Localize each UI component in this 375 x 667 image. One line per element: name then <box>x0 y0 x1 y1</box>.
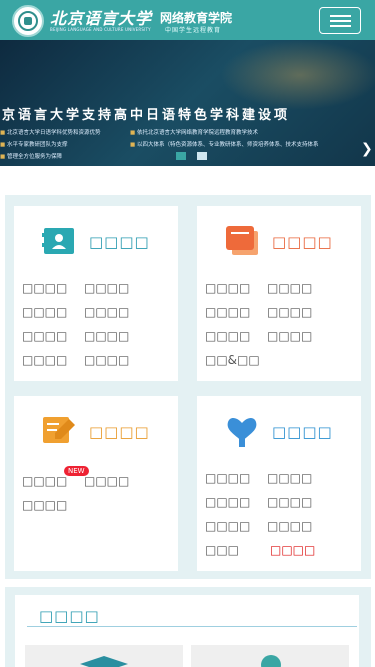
section-link[interactable]: □□□□ <box>205 471 250 485</box>
section-link[interactable]: □□□□ <box>205 281 250 295</box>
bottom-tile[interactable] <box>191 645 349 667</box>
bottom-section: □□□□ <box>5 587 371 667</box>
section-link[interactable]: □□□□ <box>22 474 67 488</box>
menu-bar-icon <box>330 20 351 22</box>
section-link-highlight[interactable]: □□□□ <box>270 543 315 557</box>
banner-line: 管理全方位服务为保障 <box>0 152 62 160</box>
site-header: 北京语言大学 BEIJING LANGUAGE AND CULTURE UNIV… <box>0 0 375 40</box>
section-link[interactable]: □□□□ <box>84 329 129 343</box>
sections-area: □□□□ □□□□ □□□□ □□□□ □□□□ □□□□ □□□□ □□□□ … <box>5 195 371 579</box>
school-subtitle: 中国学生远程教育 <box>165 27 222 34</box>
section-link[interactable]: □□□□ <box>84 353 129 367</box>
banner-line: 北京语言大学日语学科优势和资源优势 <box>0 128 101 136</box>
hamburger-menu-button[interactable] <box>319 7 361 34</box>
section-link[interactable]: □□&□□ <box>205 353 260 367</box>
section-card-3: □□□□ NEW □□□□ □□□□ □□□□ <box>14 396 178 571</box>
section-link[interactable]: □□□□ <box>22 498 67 512</box>
bottom-heading[interactable]: □□□□ <box>39 607 100 625</box>
section-link[interactable]: □□□□ <box>205 519 250 533</box>
section-card-1: □□□□ □□□□ □□□□ □□□□ □□□□ □□□□ □□□□ □□□□ … <box>14 206 178 381</box>
edit-document-icon <box>43 417 75 443</box>
section-link[interactable]: □□□□ <box>205 495 250 509</box>
chevron-right-icon[interactable]: ❯ <box>361 141 373 157</box>
section-link[interactable]: □□□□ <box>22 305 67 319</box>
section-link[interactable]: □□□□ <box>267 305 312 319</box>
menu-bar-icon <box>330 25 351 27</box>
section-link[interactable]: □□□□ <box>22 353 67 367</box>
section-link[interactable]: □□□□ <box>205 305 250 319</box>
bottom-card: □□□□ <box>15 595 359 667</box>
section-link[interactable]: □□□□ <box>84 474 129 488</box>
graduation-cap-icon <box>80 656 128 667</box>
section-heading[interactable]: □□□□ <box>89 233 150 251</box>
section-heading[interactable]: □□□□ <box>272 233 333 251</box>
section-link[interactable]: □□□□ <box>267 495 312 509</box>
care-hands-icon <box>227 417 257 447</box>
divider <box>27 626 357 627</box>
section-link[interactable]: □□□□ <box>267 471 312 485</box>
section-card-2: □□□□ □□□□ □□□□ □□□□ □□□□ □□□□ □□□□ □□&□□ <box>197 206 361 381</box>
section-card-4: □□□□ □□□□ □□□□ □□□□ □□□□ □□□□ □□□□ □□□ □… <box>197 396 361 571</box>
section-link[interactable]: □□□□ <box>267 281 312 295</box>
bottom-tile[interactable] <box>25 645 183 667</box>
university-name-cn[interactable]: 北京语言大学 <box>50 5 152 29</box>
banner-decoration <box>220 40 375 110</box>
section-link[interactable]: □□□□ <box>22 281 67 295</box>
section-link[interactable]: □□□ <box>205 543 239 557</box>
section-heading[interactable]: □□□□ <box>272 423 333 441</box>
folder-stack-icon <box>226 226 258 255</box>
section-link[interactable]: □□□□ <box>205 329 250 343</box>
university-name-en: BEIJING LANGUAGE AND CULTURE UNIVERSITY <box>50 27 151 32</box>
section-link[interactable]: □□□□ <box>84 305 129 319</box>
carousel-dot[interactable] <box>197 152 207 160</box>
section-link[interactable]: □□□□ <box>84 281 129 295</box>
hero-banner[interactable]: 京语言大学支持高中日语特色学科建设项 北京语言大学日语学科优势和资源优势 依托北… <box>0 40 375 166</box>
person-icon <box>261 655 281 667</box>
carousel-dot-active[interactable] <box>176 152 186 160</box>
menu-bar-icon <box>330 15 351 17</box>
university-seal-logo[interactable] <box>12 5 44 37</box>
section-link[interactable]: □□□□ <box>267 519 312 533</box>
section-link[interactable]: □□□□ <box>267 329 312 343</box>
section-heading[interactable]: □□□□ <box>89 423 150 441</box>
banner-line: 依托北京语言大学网络教育学院远程教育教学技术 <box>130 128 258 136</box>
banner-line: 以四大体系（特色资源体系、专业教研体系、师资培养体系、技术支持体系 <box>130 140 319 148</box>
section-link[interactable]: □□□□ <box>22 329 67 343</box>
banner-title: 京语言大学支持高中日语特色学科建设项 <box>2 108 291 123</box>
school-name[interactable]: 网络教育学院 <box>160 9 232 26</box>
contact-card-icon <box>42 228 74 254</box>
banner-line: 水平专家教研团队为支撑 <box>0 140 68 148</box>
